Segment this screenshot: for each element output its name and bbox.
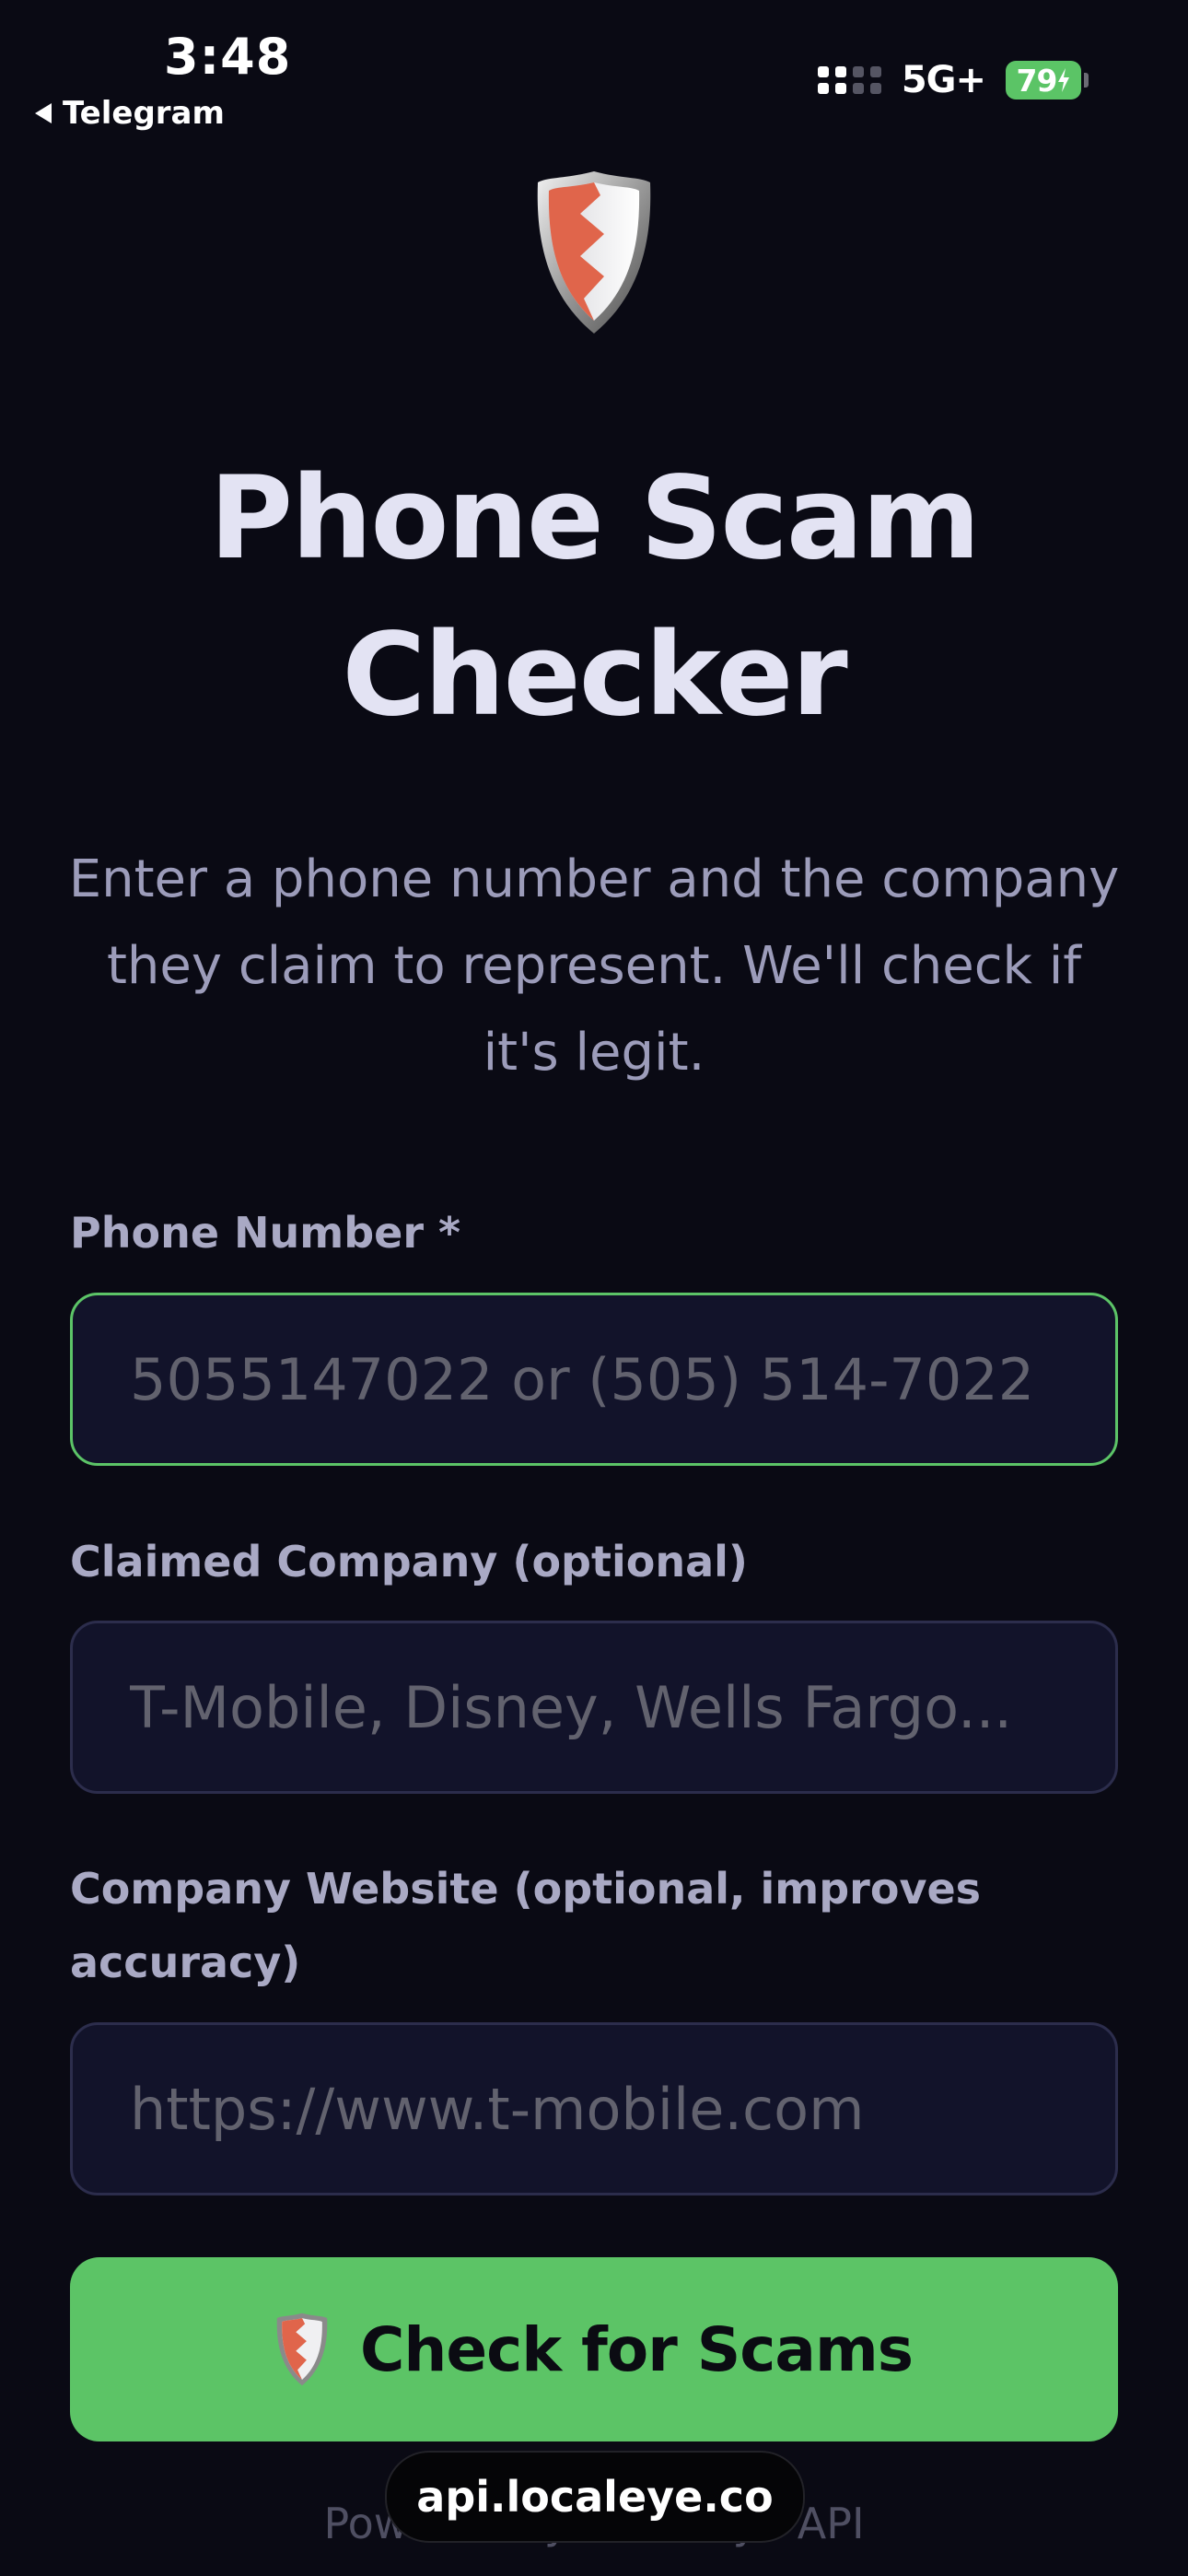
claimed-company-label: Claimed Company (optional)	[70, 1537, 748, 1587]
browser-url-pill[interactable]: api.localeye.co	[385, 2451, 805, 2543]
shield-icon	[276, 2313, 328, 2386]
status-indicators: 5G+ 79	[817, 59, 1089, 101]
page-title: Phone Scam Checker	[74, 440, 1114, 754]
company-website-input[interactable]	[70, 2022, 1118, 2195]
phone-number-label: Phone Number *	[70, 1208, 461, 1258]
page-title-line-1: Phone Scam	[209, 452, 981, 585]
status-time: 3:48	[164, 28, 292, 86]
shield-icon	[537, 171, 651, 334]
check-for-scams-label: Check for Scams	[359, 2313, 914, 2385]
back-app-label: Telegram	[63, 95, 225, 132]
network-type: 5G+	[901, 59, 986, 101]
battery-icon: 79	[1006, 61, 1089, 100]
phone-number-input[interactable]	[70, 1293, 1118, 1466]
cellular-signal-icon	[817, 66, 881, 94]
page-subtitle: Enter a phone number and the company the…	[68, 849, 1120, 1083]
page-title-line-2: Checker	[342, 609, 847, 742]
battery-percent: 79	[1016, 62, 1058, 99]
back-to-telegram-link[interactable]: Telegram	[35, 95, 225, 132]
claimed-company-input[interactable]	[70, 1621, 1118, 1794]
charging-bolt-icon	[1058, 68, 1070, 92]
status-bar: 3:48 Telegram 5G+ 79	[0, 0, 1188, 138]
back-arrow-icon	[35, 103, 52, 123]
check-for-scams-button[interactable]: Check for Scams	[70, 2257, 1118, 2441]
company-website-label: Company Website (optional, improves accu…	[70, 1864, 982, 1987]
